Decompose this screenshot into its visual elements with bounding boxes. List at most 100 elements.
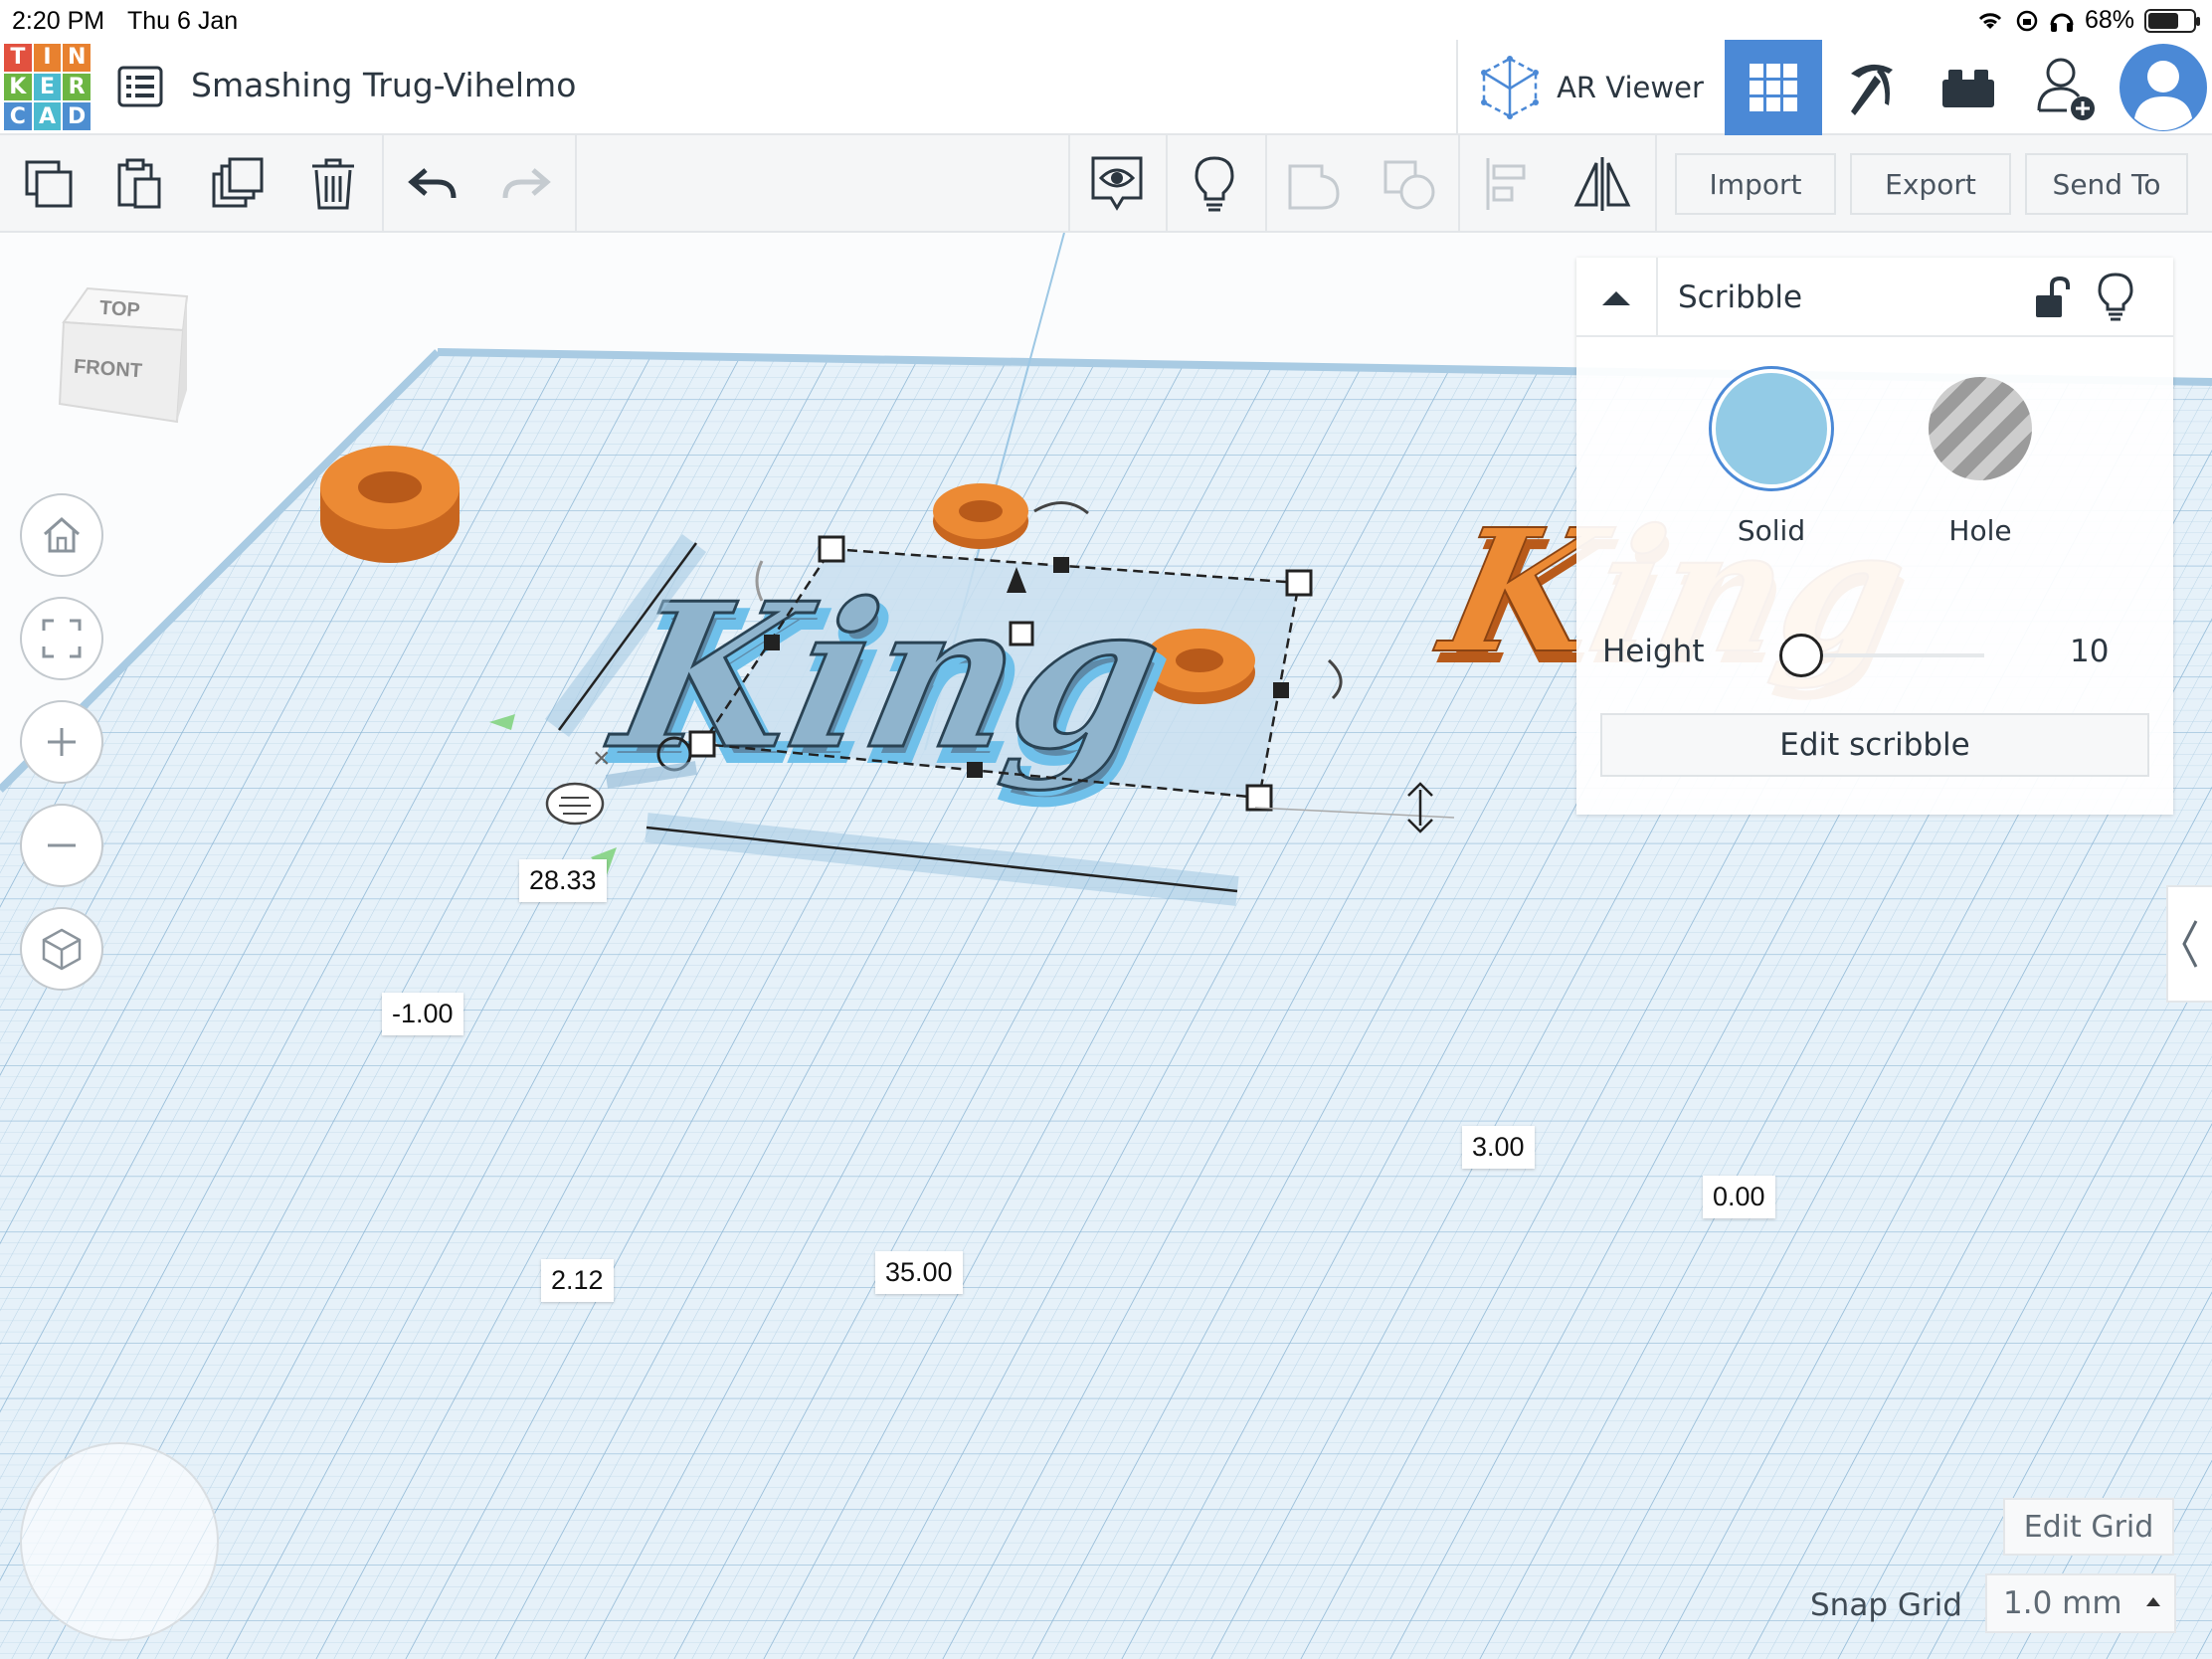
edit-grid-button[interactable]: Edit Grid	[2003, 1498, 2174, 1556]
navigation-joystick[interactable]	[20, 1442, 219, 1641]
app-header: TIN KER CAD Smashing Trug-Vihelmo AR Viewe…	[0, 40, 2212, 135]
inspector-header: Scribble	[1576, 258, 2173, 337]
invite-user-button[interactable]	[2017, 40, 2115, 135]
duplicate-icon	[212, 157, 264, 208]
align-button[interactable]	[1472, 149, 1542, 219]
paste-button[interactable]	[105, 149, 175, 219]
dimension-elevation[interactable]: -1.00	[382, 993, 463, 1035]
lightbulb-icon[interactable]	[2094, 272, 2137, 321]
home-view-button[interactable]	[20, 493, 103, 577]
height-slider-knob[interactable]	[1779, 634, 1823, 677]
export-button[interactable]: Export	[1850, 153, 2011, 215]
view-cube[interactable]: TOP FRONT	[50, 282, 189, 457]
logo-letter: T	[4, 44, 32, 72]
snap-grid-select[interactable]: 1.0 mm	[1985, 1573, 2176, 1633]
mirror-icon	[1573, 157, 1631, 211]
dimension-offset-left[interactable]: 2.12	[541, 1259, 614, 1302]
hole-swatch[interactable]	[1929, 377, 2032, 480]
battery-icon	[2144, 8, 2200, 33]
paste-icon	[117, 158, 161, 209]
solid-color-swatch[interactable]	[1712, 369, 1831, 488]
ar-cube-icon	[1481, 56, 1540, 119]
unlock-icon[interactable]	[2030, 276, 2074, 319]
undo-button[interactable]	[398, 149, 467, 219]
plus-icon	[48, 728, 76, 756]
eye-note-icon	[1091, 156, 1143, 211]
align-icon	[1486, 158, 1526, 210]
design-list-button[interactable]	[113, 60, 167, 113]
zoom-in-button[interactable]	[20, 700, 103, 784]
dimension-width[interactable]: 35.00	[875, 1251, 963, 1294]
snap-grid-label: Snap Grid	[1810, 1587, 1962, 1623]
group-icon	[1288, 164, 1340, 210]
ungroup-button[interactable]	[1375, 149, 1444, 219]
hole-label: Hole	[1948, 514, 2012, 547]
caret-up-icon	[2146, 1597, 2160, 1606]
edge-handle[interactable]	[1273, 682, 1289, 698]
redo-button[interactable]	[491, 149, 561, 219]
delete-button[interactable]	[298, 149, 368, 219]
corner-handle[interactable]	[688, 730, 716, 758]
brick-icon	[1942, 70, 1994, 107]
user-avatar-button[interactable]	[2115, 40, 2212, 135]
solid-label: Solid	[1737, 514, 1806, 547]
undo-icon	[408, 168, 457, 199]
wifi-icon	[1978, 12, 2002, 29]
logo-letter: R	[63, 73, 91, 101]
home-icon	[44, 516, 80, 553]
trash-icon	[312, 158, 354, 210]
height-label: Height	[1602, 634, 1705, 669]
svg-text:×: ×	[593, 742, 611, 775]
logo-letter: E	[33, 73, 62, 101]
corner-handle[interactable]	[818, 535, 845, 563]
shapes-panel-toggle[interactable]	[2166, 885, 2212, 1003]
toolbar: Import Export Send To	[0, 135, 2212, 233]
group-button[interactable]	[1279, 149, 1349, 219]
edge-handle[interactable]	[967, 762, 983, 778]
torus-shape-2[interactable]	[933, 483, 1028, 549]
inspector-collapse-button[interactable]	[1576, 258, 1658, 337]
hint-button[interactable]	[1180, 149, 1249, 219]
3d-design-view-button[interactable]	[1725, 40, 1822, 135]
workplane[interactable]: King King × TOP FRONT 28.33 -1.00 3.00 0…	[0, 233, 2212, 1659]
import-button[interactable]: Import	[1675, 153, 1836, 215]
edge-handle[interactable]	[1053, 557, 1069, 573]
status-bar: 2:20 PM Thu 6 Jan 68%	[0, 0, 2212, 40]
battery-percent: 68%	[2084, 6, 2134, 34]
fit-icon	[42, 619, 82, 658]
height-handle[interactable]	[1009, 621, 1034, 646]
corner-handle[interactable]	[1245, 784, 1273, 812]
edge-handle[interactable]	[764, 635, 780, 650]
view-cube-top[interactable]: TOP	[98, 297, 140, 323]
zoom-out-button[interactable]	[20, 804, 103, 887]
svg-text:King: King	[594, 559, 1181, 793]
perspective-toggle-button[interactable]	[20, 907, 103, 991]
snap-grid-value: 1.0 mm	[2003, 1585, 2122, 1621]
blocks-view-button[interactable]	[1822, 40, 1920, 135]
status-date: Thu 6 Jan	[127, 7, 239, 35]
dimension-height[interactable]: 3.00	[1462, 1126, 1535, 1169]
view-cube-front[interactable]: FRONT	[73, 356, 142, 384]
logo-letter: C	[4, 102, 32, 130]
lightbulb-icon	[1195, 156, 1234, 212]
notes-button[interactable]	[1082, 149, 1152, 219]
send-to-button[interactable]: Send To	[2025, 153, 2188, 215]
minus-icon	[48, 843, 76, 847]
height-value[interactable]: 10	[2070, 634, 2109, 669]
edit-scribble-button[interactable]: Edit scribble	[1600, 713, 2149, 777]
view-switcher: AR Viewer	[1456, 40, 2212, 135]
tinkercad-logo[interactable]: TIN KER CAD	[4, 44, 91, 130]
dimension-offset-right[interactable]: 0.00	[1703, 1176, 1775, 1218]
duplicate-button[interactable]	[203, 149, 273, 219]
mirror-button[interactable]	[1567, 149, 1637, 219]
dimension-depth[interactable]: 28.33	[519, 859, 607, 902]
workplane-menu-icon[interactable]	[545, 782, 605, 826]
ar-viewer-button[interactable]: AR Viewer	[1456, 40, 1725, 135]
fit-view-button[interactable]	[20, 597, 103, 680]
torus-shape-1[interactable]	[320, 446, 460, 563]
corner-handle[interactable]	[1285, 569, 1313, 597]
copy-icon	[25, 160, 73, 208]
design-title[interactable]: Smashing Trug-Vihelmo	[191, 66, 576, 104]
copy-button[interactable]	[14, 149, 84, 219]
bricks-view-button[interactable]	[1920, 40, 2017, 135]
